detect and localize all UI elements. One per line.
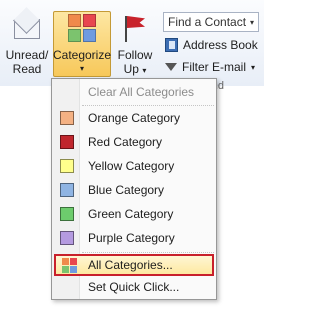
set-quick-click-label: Set Quick Click...: [88, 280, 180, 294]
categorize-menu: Clear All Categories Orange Category Red…: [51, 78, 217, 300]
chevron-down-icon: ▾: [79, 64, 84, 73]
categorize-button[interactable]: Categorize ▾: [53, 11, 111, 77]
all-categories-label: All Categories...: [88, 258, 173, 272]
menu-item-label: Green Category: [88, 207, 174, 221]
find-contact-placeholder: Find a Contact: [168, 15, 247, 29]
menu-item-blue-category[interactable]: Blue Category: [54, 179, 214, 201]
green-swatch-icon: [60, 207, 74, 221]
chevron-down-icon: ▾: [251, 62, 256, 72]
menu-item-all-categories[interactable]: All Categories...: [54, 254, 214, 276]
flag-icon: [119, 12, 151, 44]
menu-item-set-quick-click[interactable]: Set Quick Click...: [54, 276, 214, 298]
menu-item-clear-all: Clear All Categories: [54, 81, 214, 103]
unread-read-label-line1: Unread/: [5, 48, 49, 62]
menu-item-yellow-category[interactable]: Yellow Category: [54, 155, 214, 177]
menu-item-red-category[interactable]: Red Category: [54, 131, 214, 153]
menu-item-label: Blue Category: [88, 183, 165, 197]
menu-separator: [82, 105, 214, 106]
unread-read-button[interactable]: Unread/ Read: [2, 12, 52, 78]
follow-up-label-line1: Follow: [117, 48, 153, 62]
find-contact-input[interactable]: Find a Contact ▾: [163, 12, 259, 32]
menu-item-purple-category[interactable]: Purple Category: [54, 227, 214, 249]
blue-swatch-icon: [60, 183, 74, 197]
orange-swatch-icon: [60, 111, 74, 125]
menu-item-green-category[interactable]: Green Category: [54, 203, 214, 225]
ribbon: Unread/ Read Categorize ▾ Follow Up ▾ Fi…: [0, 0, 264, 92]
follow-up-label-line2: Up ▾: [123, 62, 147, 76]
filter-email-label: Filter E-mail: [182, 60, 247, 74]
all-categories-icon: [62, 257, 77, 273]
categorize-label: Categorize: [52, 48, 112, 62]
menu-item-label: Purple Category: [88, 231, 175, 245]
red-swatch-icon: [60, 135, 74, 149]
yellow-swatch-icon: [60, 159, 74, 173]
menu-item-label: Orange Category: [88, 111, 181, 125]
menu-item-orange-category[interactable]: Orange Category: [54, 107, 214, 129]
categorize-icon: [66, 12, 98, 44]
unread-read-label-line2: Read: [12, 62, 42, 76]
address-book-button[interactable]: Address Book: [165, 36, 258, 54]
menu-item-label: Yellow Category: [88, 159, 175, 173]
clear-all-label: Clear All Categories: [88, 85, 195, 99]
address-book-label: Address Book: [183, 38, 258, 52]
purple-swatch-icon: [60, 231, 74, 245]
filter-icon: [165, 63, 177, 71]
envelope-icon: [11, 12, 43, 44]
address-book-icon: [165, 38, 178, 52]
follow-up-button[interactable]: Follow Up ▾: [112, 12, 158, 78]
menu-item-label: Red Category: [88, 135, 163, 149]
filter-email-button[interactable]: Filter E-mail ▾: [165, 58, 255, 76]
menu-separator: [82, 252, 214, 253]
chevron-down-icon[interactable]: ▾: [250, 18, 254, 27]
